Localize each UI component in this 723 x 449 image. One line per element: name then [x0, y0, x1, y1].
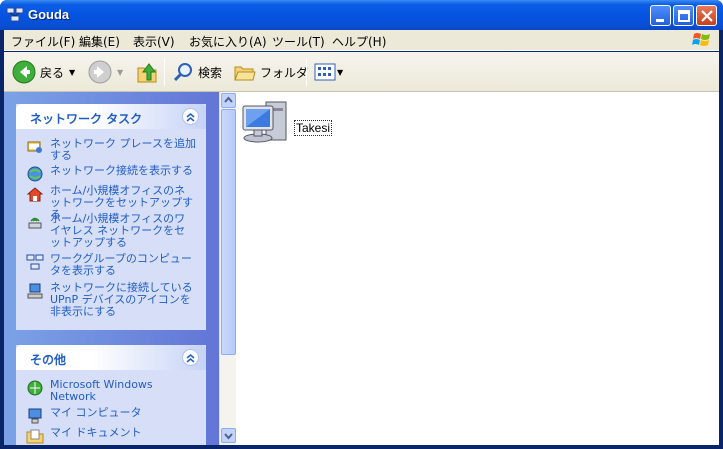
workgroup-computers-icon	[26, 254, 44, 270]
back-button[interactable]: 戻る ▼	[12, 58, 75, 86]
forward-arrow-icon	[88, 60, 112, 84]
task-label: ワークグループのコンピュータを表示する	[50, 252, 192, 277]
other-places-group: その他 Microsoft Windows Network マイ コンピュータ …	[16, 345, 206, 445]
folders-icon	[234, 66, 256, 81]
task-hide-upnp-icons[interactable]: ネットワークに接続している UPnP デバイスのアイコンを非表示にする	[26, 282, 196, 318]
scroll-thumb[interactable]	[221, 109, 236, 355]
task-wireless-network-setup[interactable]: ホーム/小規模オフィスのワイヤレス ネットワークをセットアップする	[26, 213, 196, 249]
search-button[interactable]: 検索	[172, 58, 222, 86]
task-label: ネットワークに接続している UPnP デバイスのアイコンを非表示にする	[50, 281, 193, 318]
menu-bar: ファイル(F) 編集(E) 表示(V) お気に入り(A) ツール(T) ヘルプ(…	[4, 30, 719, 51]
windows-network-icon	[27, 380, 43, 396]
place-label: マイ ドキュメント	[50, 426, 142, 439]
folders-button[interactable]: フォルダ	[234, 58, 308, 86]
menu-tools[interactable]: ツール(T)	[272, 33, 325, 50]
scroll-up-button[interactable]	[221, 93, 236, 108]
place-my-documents[interactable]: マイ ドキュメント	[26, 427, 196, 445]
folders-label: フォルダ	[260, 65, 309, 80]
task-label: ネットワーク プレースを追加する	[50, 137, 196, 162]
computer-name: Takesi	[294, 120, 333, 136]
add-network-place-icon	[27, 141, 42, 153]
forward-dropdown-icon[interactable]: ▼	[117, 68, 123, 77]
menu-edit[interactable]: 編集(E)	[79, 33, 120, 50]
back-dropdown-icon[interactable]: ▼	[69, 68, 75, 77]
minimize-button[interactable]	[650, 5, 671, 26]
place-label: Microsoft Windows Network	[50, 378, 153, 403]
task-label: ネットワーク接続を表示する	[50, 164, 193, 177]
back-label: 戻る	[40, 65, 65, 80]
task-add-network-place[interactable]: ネットワーク プレースを追加する	[26, 138, 196, 162]
network-tasks-group: ネットワーク タスク ネットワーク プレースを追加する ネットワーク接続を表示す…	[16, 104, 206, 330]
computer-item[interactable]: Takesi	[240, 100, 333, 146]
menu-favorites[interactable]: お気に入り(A)	[189, 33, 267, 50]
other-places-title: その他	[30, 353, 67, 367]
my-computer-icon	[28, 408, 42, 424]
close-icon	[701, 10, 713, 22]
task-pane: ネットワーク タスク ネットワーク プレースを追加する ネットワーク接続を表示す…	[4, 92, 219, 445]
task-pane-scrollbar[interactable]	[219, 92, 236, 445]
task-view-workgroup-computers[interactable]: ワークグループのコンピュータを表示する	[26, 253, 196, 277]
toolbar-separator	[164, 58, 165, 86]
workgroup-icon	[6, 7, 24, 22]
back-arrow-icon	[12, 60, 36, 84]
upnp-device-icon	[27, 283, 43, 299]
place-my-computer[interactable]: マイ コンピュータ	[26, 407, 196, 425]
home-network-setup-icon	[26, 187, 44, 202]
views-icon	[314, 63, 336, 81]
toolbar: 戻る ▼ ▼ 検索 フォルダ ▼	[4, 52, 719, 92]
search-label: 検索	[198, 65, 223, 80]
explorer-window: Gouda ファイル(F) 編集(E) 表示(V) お気に入り(A) ツール(T…	[0, 0, 723, 449]
network-tasks-header[interactable]: ネットワーク タスク	[16, 104, 206, 129]
search-icon	[173, 63, 192, 82]
up-folder-button[interactable]	[136, 58, 158, 86]
content-area: ネットワーク タスク ネットワーク プレースを追加する ネットワーク接続を表示す…	[4, 92, 719, 445]
up-folder-icon	[137, 63, 157, 83]
task-label: ホーム/小規模オフィスのワイヤレス ネットワークをセットアップする	[50, 212, 186, 249]
wireless-network-icon	[28, 217, 42, 229]
my-documents-icon	[26, 429, 44, 444]
menu-help[interactable]: ヘルプ(H)	[332, 33, 386, 50]
scroll-down-button[interactable]	[221, 428, 236, 443]
windows-logo-icon	[692, 33, 710, 46]
network-connections-icon	[27, 166, 43, 182]
task-network-connections[interactable]: ネットワーク接続を表示する	[26, 165, 196, 183]
window-title: Gouda	[28, 7, 70, 22]
views-button[interactable]: ▼	[314, 58, 343, 86]
maximize-button[interactable]	[673, 5, 694, 26]
menu-file[interactable]: ファイル(F)	[11, 33, 75, 50]
network-tasks-title: ネットワーク タスク	[30, 112, 143, 126]
views-dropdown-icon[interactable]: ▼	[337, 68, 343, 77]
forward-button[interactable]: ▼	[88, 58, 123, 86]
minimize-icon	[656, 19, 664, 22]
arrow-up-icon	[224, 96, 233, 103]
other-places-header[interactable]: その他	[16, 345, 206, 370]
maximize-icon	[678, 10, 690, 22]
collapse-icon[interactable]	[182, 349, 199, 366]
close-button[interactable]	[696, 5, 717, 26]
toolbar-separator	[306, 58, 307, 86]
menu-view[interactable]: 表示(V)	[133, 33, 175, 50]
arrow-down-icon	[224, 433, 233, 440]
place-label: マイ コンピュータ	[50, 406, 142, 419]
computer-icon	[242, 101, 287, 143]
collapse-icon[interactable]	[182, 108, 199, 125]
place-windows-network[interactable]: Microsoft Windows Network	[26, 379, 196, 403]
title-bar[interactable]: Gouda	[0, 0, 723, 30]
